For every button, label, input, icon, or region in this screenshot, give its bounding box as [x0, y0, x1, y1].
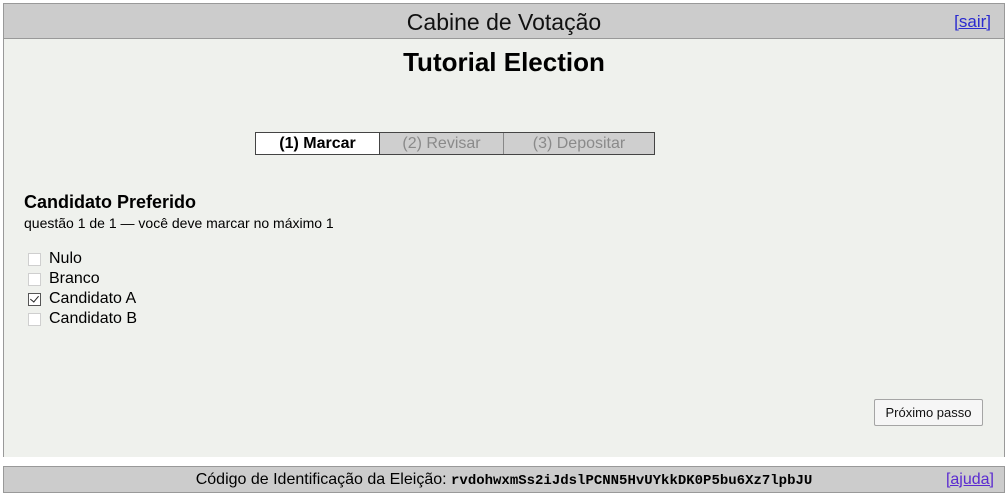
fingerprint-code: rvdohwxmSs2iJdslPCNN5HvUYkkDK0P5bu6Xz7lp… — [451, 473, 813, 489]
question-title: Candidato Preferido — [24, 192, 197, 212]
answer-branco[interactable]: Branco — [28, 269, 137, 289]
checkbox-checked[interactable] — [28, 292, 41, 306]
booth-header: Cabine de Votação [sair] — [3, 3, 1005, 39]
exit-link[interactable]: [sair] — [954, 12, 991, 32]
answer-label: Candidato A — [49, 290, 137, 307]
answer-nulo[interactable]: Nulo — [28, 249, 137, 269]
election-title: Tutorial Election — [403, 47, 605, 77]
answer-list: Nulo Branco Candidato A Candidato B — [28, 249, 137, 329]
step-cast: (3) Depositar — [532, 135, 626, 152]
question-info: questão 1 de 1 — você deve marcar no máx… — [24, 215, 334, 231]
ballot-panel: Tutorial Election (1) Marcar (2) Revisar… — [3, 39, 1005, 457]
step-mark: (1) Marcar — [256, 133, 380, 154]
answer-candidato-b[interactable]: Candidato B — [28, 309, 137, 329]
checkbox[interactable] — [28, 312, 41, 326]
footer-bar: Código de Identificação da Eleição: rvdo… — [3, 466, 1005, 493]
answer-label: Nulo — [49, 250, 82, 267]
help-link[interactable]: [ajuda] — [946, 470, 994, 490]
progress-steps: (1) Marcar (2) Revisar (3) Depositar — [255, 132, 655, 155]
next-step-button[interactable]: Próximo passo — [874, 399, 983, 426]
election-fingerprint: Código de Identificação da Eleição: rvdo… — [4, 470, 1004, 491]
checkbox[interactable] — [28, 272, 41, 286]
answer-label: Branco — [49, 270, 100, 287]
fingerprint-label: Código de Identificação da Eleição: — [195, 471, 447, 488]
answer-candidato-a[interactable]: Candidato A — [28, 289, 137, 309]
booth-title: Cabine de Votação — [406, 9, 602, 35]
answer-label: Candidato B — [49, 310, 138, 327]
checkbox[interactable] — [28, 252, 41, 266]
step-review: (2) Revisar — [380, 133, 504, 154]
